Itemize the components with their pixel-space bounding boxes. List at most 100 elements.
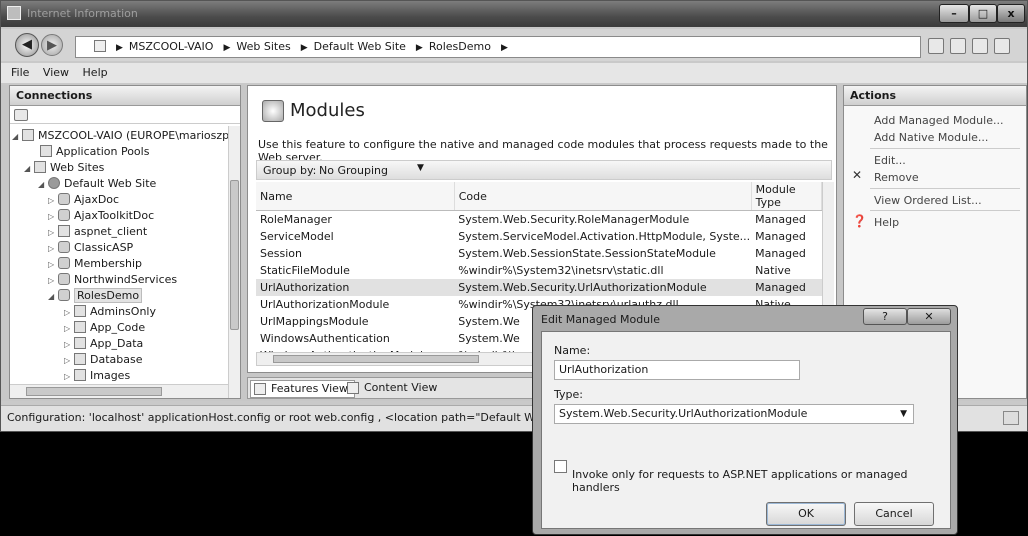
tab-label: Features View (271, 382, 348, 395)
expand-icon[interactable]: ▷ (48, 193, 58, 209)
home-icon[interactable] (972, 38, 988, 54)
connect-to-server-icon[interactable] (14, 109, 28, 121)
tab-features-view[interactable]: Features View (250, 380, 355, 398)
tree-item[interactable]: Application Pools (30, 144, 149, 160)
edit-managed-module-dialog: Edit Managed Module ? ✕ Name: UrlAuthori… (532, 305, 958, 535)
tree-item[interactable]: ◢ Default Web Site (38, 176, 156, 192)
back-button[interactable]: ◀ (15, 33, 39, 57)
expand-icon[interactable]: ▷ (64, 337, 74, 353)
column-header-code[interactable]: Code (454, 182, 752, 211)
table-row[interactable]: Session System.Web.SessionState.SessionSt… (256, 245, 822, 262)
collapse-icon[interactable]: ◢ (48, 289, 58, 305)
folder-icon (74, 369, 86, 381)
folder-icon (74, 321, 86, 333)
tree-item[interactable]: ▷ AdminsOnly (64, 304, 156, 320)
dialog-help-button[interactable]: ? (863, 308, 907, 325)
tree-item-label: aspnet_client (74, 225, 148, 238)
tree-item[interactable]: ◢ Web Sites (24, 160, 104, 176)
tree-item[interactable]: ▷ aspnet_client (48, 224, 147, 240)
address-bar[interactable]: ▶ MSZCOOL-VAIO ▶ Web Sites ▶ Default Web Site… (75, 36, 921, 58)
name-input[interactable]: UrlAuthorization (554, 360, 800, 380)
tree-vertical-scrollbar[interactable] (228, 126, 240, 398)
action-help[interactable]: Help (874, 216, 899, 229)
dialog-close-button[interactable]: ✕ (907, 308, 951, 325)
type-select[interactable]: System.Web.Security.UrlAuthorizationModu… (554, 404, 914, 424)
cell-code: %windir%\System32\inetsrv\static.dll (458, 263, 664, 277)
divider (870, 188, 1020, 189)
expand-icon[interactable]: ▷ (48, 209, 58, 225)
tree-item[interactable]: ▷ NorthwindServices (48, 272, 177, 288)
cell-name: UrlMappingsModule (260, 314, 369, 328)
forward-button[interactable]: ▶ (41, 34, 63, 56)
invoke-only-checkbox[interactable] (554, 460, 567, 473)
tree-item[interactable]: ▷ Membership (48, 256, 142, 272)
globe-icon (48, 177, 60, 189)
connect-icon[interactable] (928, 38, 944, 54)
scroll-thumb[interactable] (230, 180, 239, 330)
page-title: Modules (290, 100, 365, 121)
action-view-ordered-list[interactable]: View Ordered List... (874, 194, 982, 207)
expand-icon[interactable]: ▷ (48, 257, 58, 273)
expand-icon[interactable]: ▷ (64, 321, 74, 337)
tree-item-label: Default Web Site (64, 177, 157, 190)
stop-icon[interactable] (950, 38, 966, 54)
tree-item[interactable]: ▷ AjaxToolkitDoc (48, 208, 154, 224)
tree-item-label: MSZCOOL-VAIO (EUROPE\marioszp) (38, 129, 234, 142)
app-icon (58, 209, 70, 221)
dialog-body: Name: UrlAuthorization Type: System.Web.… (541, 331, 951, 529)
breadcrumb-server[interactable]: MSZCOOL-VAIO (129, 40, 214, 53)
table-row[interactable]: StaticFileModule %windir%\System32\inetsr… (256, 262, 822, 279)
ok-button[interactable]: OK (766, 502, 846, 526)
modules-icon (262, 100, 284, 122)
action-remove[interactable]: Remove (874, 171, 919, 184)
expand-icon[interactable]: ▷ (64, 369, 74, 385)
tree-horizontal-scrollbar[interactable] (10, 384, 228, 398)
expand-icon[interactable]: ▷ (48, 225, 58, 241)
breadcrumb-web-sites[interactable]: Web Sites (236, 40, 290, 53)
breadcrumb-rolesdemo[interactable]: RolesDemo (429, 40, 491, 53)
menu-view[interactable]: View (43, 63, 69, 83)
tree-item-label: Membership (74, 257, 142, 270)
table-row[interactable]: ServiceModel System.ServiceModel.Activati… (256, 228, 822, 245)
connections-pane: Connections ◢ MSZCOOL-VAIO (EUROPE\marios… (9, 85, 241, 399)
action-edit[interactable]: Edit... (874, 154, 906, 167)
scroll-thumb[interactable] (273, 355, 479, 363)
expand-icon[interactable]: ▷ (64, 353, 74, 369)
cell-name: UrlAuthorization (256, 278, 455, 296)
scroll-thumb[interactable] (26, 387, 162, 396)
tree-item-label: Application Pools (56, 145, 150, 158)
expand-icon[interactable]: ▷ (48, 273, 58, 289)
table-row[interactable]: RoleManager System.Web.Security.RoleManag… (256, 211, 822, 228)
table-row[interactable]: UrlAuthorization System.Web.Security.UrlA… (256, 278, 822, 296)
expand-icon[interactable]: ▷ (48, 241, 58, 257)
tab-content-view[interactable]: Content View (344, 380, 443, 398)
maximize-button[interactable]: □ (969, 4, 997, 23)
tree-item[interactable]: ▷ Images (64, 368, 130, 384)
tree-item[interactable]: ▷ App_Code (64, 320, 145, 336)
chevron-down-icon[interactable]: ▼ (417, 163, 424, 173)
cancel-button[interactable]: Cancel (854, 502, 934, 526)
tree-item[interactable]: ▷ AjaxDoc (48, 192, 119, 208)
title-bar[interactable]: Internet Information – □ x (1, 1, 1027, 27)
collapse-icon[interactable]: ◢ (24, 161, 34, 177)
tree-item[interactable]: ◢ MSZCOOL-VAIO (EUROPE\marioszp) (12, 128, 233, 144)
tree-item-label: Web Sites (50, 161, 105, 174)
action-add-managed-module[interactable]: Add Managed Module... (874, 114, 1003, 127)
close-button[interactable]: x (997, 4, 1025, 23)
tree-item[interactable]: ▷ ClassicASP (48, 240, 133, 256)
group-by-select[interactable]: No Grouping (319, 164, 388, 177)
tree-item[interactable]: ▷ App_Data (64, 336, 143, 352)
tree-item[interactable]: ▷ Database (64, 352, 143, 368)
collapse-icon[interactable]: ◢ (12, 129, 22, 145)
action-add-native-module[interactable]: Add Native Module... (874, 131, 988, 144)
minimize-button[interactable]: – (939, 4, 969, 23)
breadcrumb-default-web-site[interactable]: Default Web Site (314, 40, 406, 53)
menu-file[interactable]: File (11, 63, 29, 83)
tree-item[interactable]: ◢ RolesDemo (48, 288, 143, 305)
column-header-name[interactable]: Name (256, 182, 455, 211)
expand-icon[interactable]: ▷ (64, 305, 74, 321)
collapse-icon[interactable]: ◢ (38, 177, 48, 193)
column-header-module-type[interactable]: Module Type (751, 182, 823, 211)
help-icon[interactable] (994, 38, 1010, 54)
menu-help[interactable]: Help (83, 63, 108, 83)
